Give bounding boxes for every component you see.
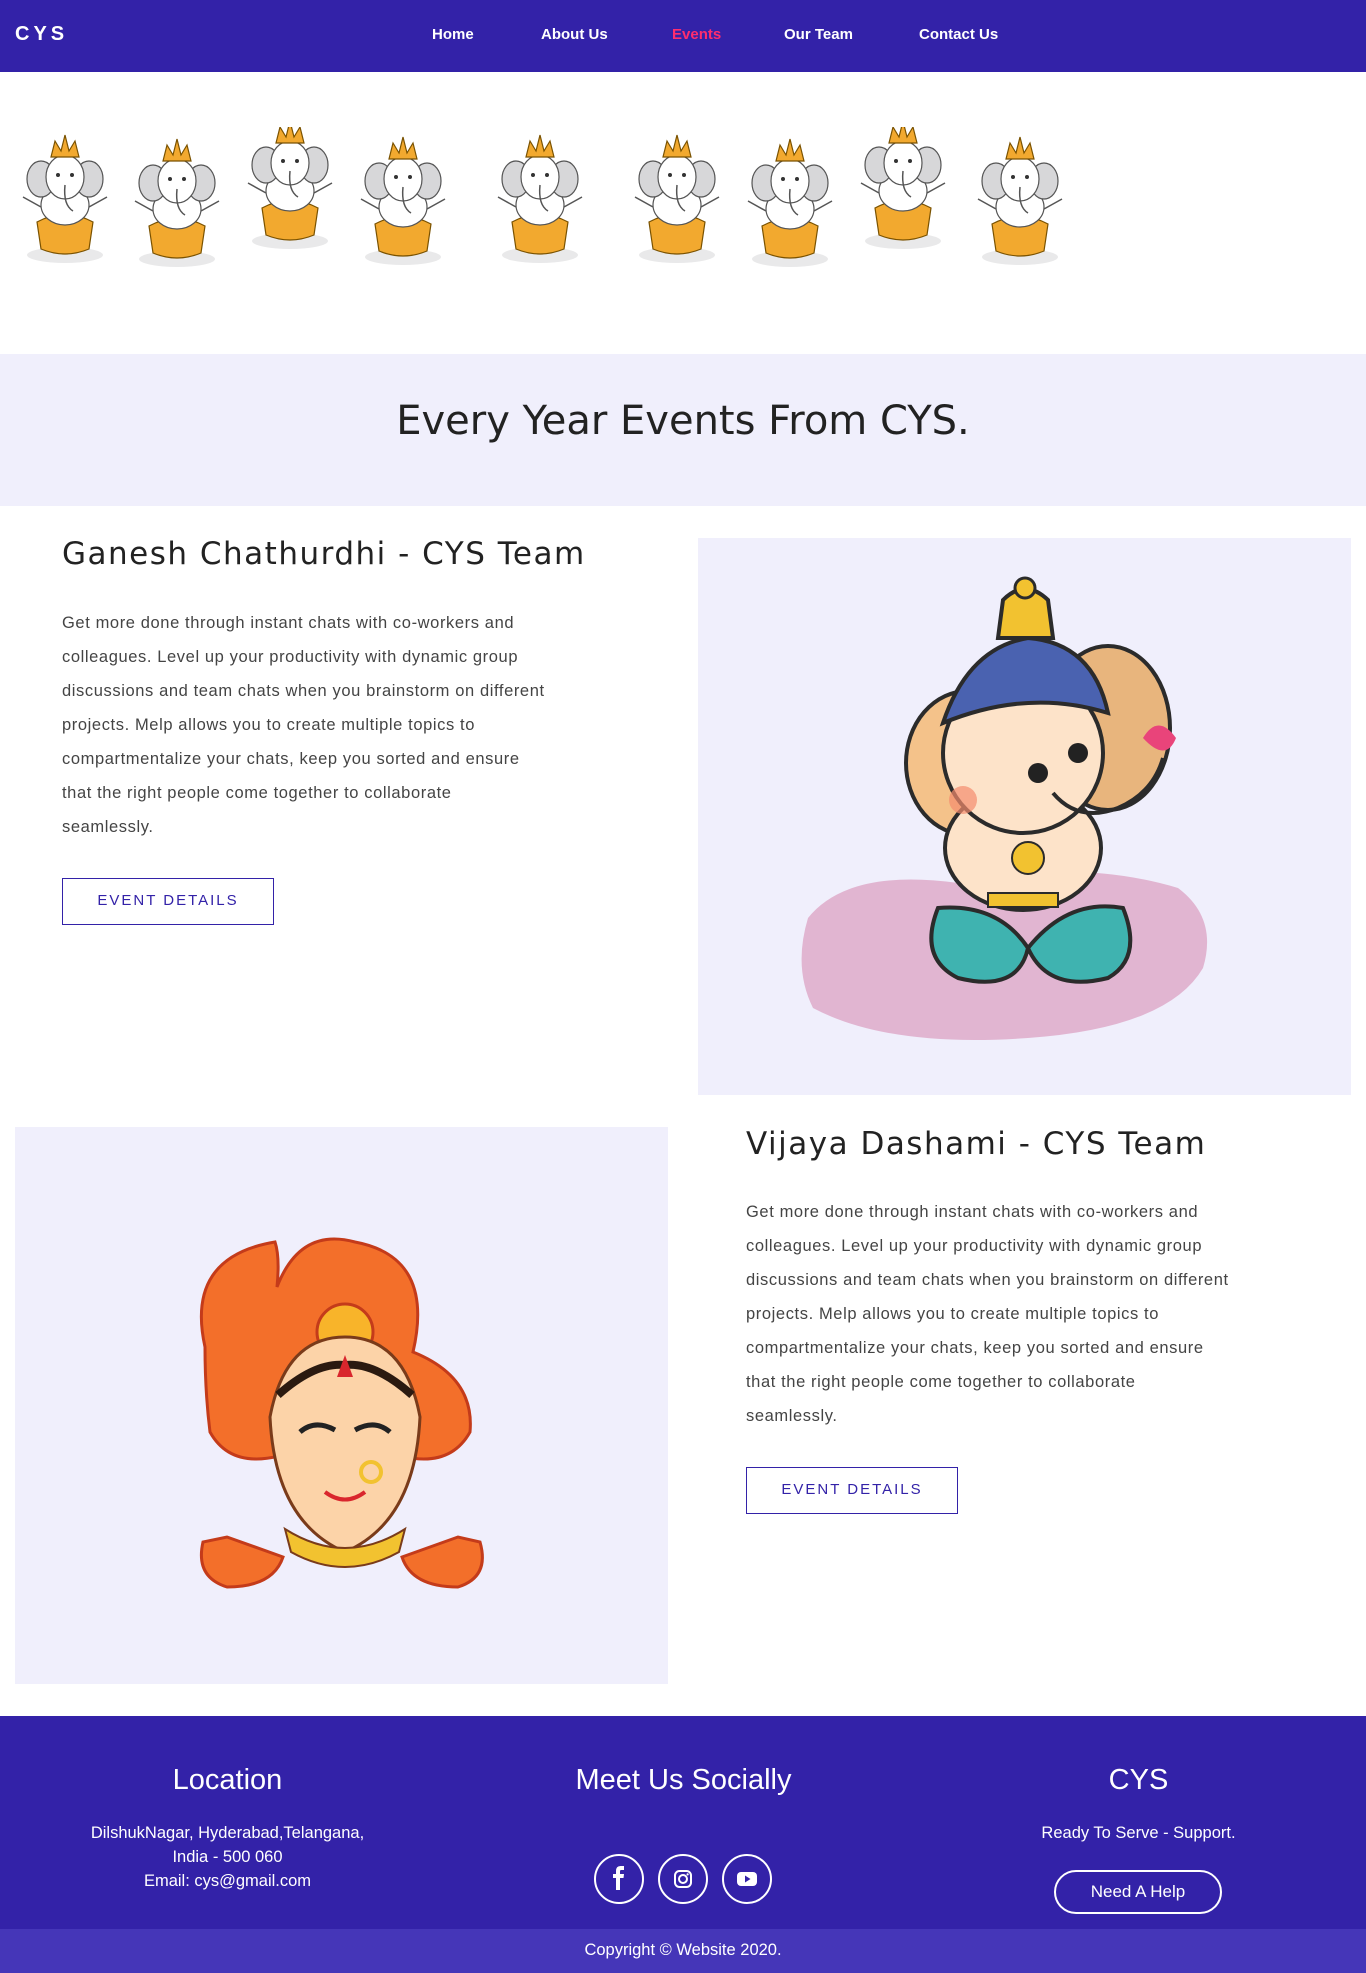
address-line: India - 500 060 [172,1848,283,1866]
ganesha-image [698,538,1351,1095]
footer-heading: Location [172,1764,283,1796]
ganesha-banner-illustration [22,127,1063,268]
durga-image [15,1127,668,1684]
email-text: Email: cys@gmail.com [143,1872,312,1890]
page-title: Every Year Events From CYS. [396,398,970,444]
event-description: Get more done through instant chats with… [62,606,632,844]
footer-location: Location DilshukNagar, Hyderabad,Telanga… [0,1716,455,1893]
copyright-text: Copyright © Website 2020. [0,1929,1366,1973]
footer-heading: Meet Us Socially [575,1764,792,1796]
event-description-line: projects. Melp allows you to create mult… [746,1305,1159,1323]
instagram-icon[interactable] [658,1854,708,1904]
event-description-line: seamlessly. [746,1407,838,1425]
nav-link-home[interactable]: Home [432,26,474,43]
event-description-line: that the right people come together to c… [62,784,452,802]
event-description-line: Get more done through instant chats with… [62,614,515,632]
nav-link-events[interactable]: Events [672,26,721,43]
event-description-line: that the right people come together to c… [746,1373,1136,1391]
footer: Location DilshukNagar, Hyderabad,Telanga… [0,1716,1366,1929]
event-description-line: discussions and team chats when you brai… [62,682,545,700]
event-details-button[interactable]: EVENT DETAILS [62,878,274,925]
event-description-line: projects. Melp allows you to create mult… [62,716,475,734]
event-description-line: discussions and team chats when you brai… [746,1271,1229,1289]
footer-tagline: Ready To Serve - Support. [1041,1824,1236,1842]
event-title: Vijaya Dashami - CYS Team [746,1126,1207,1162]
event-description-line: colleagues. Level up your productivity w… [746,1237,1203,1255]
brand-logo[interactable]: CYS [15,23,68,46]
nav-link-our-team[interactable]: Our Team [784,26,853,43]
event-title: Ganesh Chathurdhi - CYS Team [62,536,586,572]
footer-address: DilshukNagar, Hyderabad,Telangana, India… [0,1821,455,1893]
event-details-button[interactable]: EVENT DETAILS [746,1467,958,1514]
events-headline-band: Every Year Events From CYS. [0,354,1366,506]
event-description-line: Get more done through instant chats with… [746,1203,1199,1221]
ganesha-illustration [801,576,1208,1040]
event-description-line: seamlessly. [62,818,154,836]
youtube-icon[interactable] [722,1854,772,1904]
footer-social: Meet Us Socially [456,1716,911,1797]
nav-link-contact-us[interactable]: Contact Us [919,26,998,43]
ganesha-banner [0,72,1366,354]
facebook-icon[interactable] [594,1854,644,1904]
durga-illustration [199,1237,484,1589]
footer-heading: CYS [1108,1764,1169,1796]
address-line: DilshukNagar, Hyderabad,Telangana, [90,1824,365,1842]
top-navbar: CYS Home About Us Events Our Team Contac… [0,0,1366,72]
event-description: Get more done through instant chats with… [746,1195,1316,1433]
event-description-line: compartmentalize your chats, keep you so… [62,750,520,768]
event-description-line: colleagues. Level up your productivity w… [62,648,519,666]
event-description-line: compartmentalize your chats, keep you so… [746,1339,1204,1357]
footer-brand: CYS Ready To Serve - Support. [911,1716,1366,1845]
need-help-button[interactable]: Need A Help [1054,1870,1222,1914]
nav-link-about-us[interactable]: About Us [541,26,608,43]
